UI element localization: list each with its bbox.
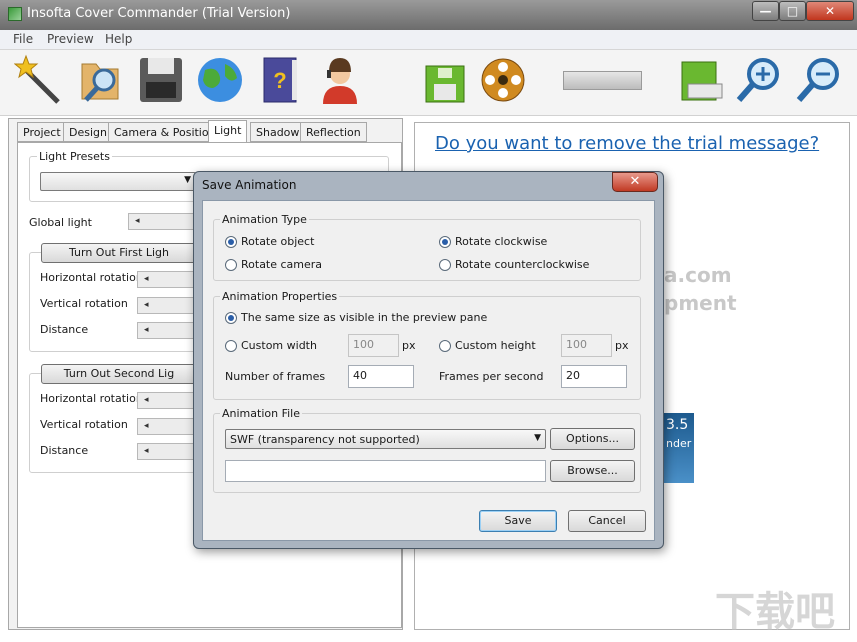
save-image-icon[interactable] <box>420 54 470 106</box>
dialog-title: Save Animation <box>202 178 297 192</box>
global-light-slider[interactable]: ◂ <box>128 213 198 230</box>
rotate-clockwise-radio[interactable] <box>439 236 451 248</box>
tab-camera-position[interactable]: Camera & Position <box>108 122 222 142</box>
rotate-clockwise-label: Rotate clockwise <box>455 235 548 248</box>
animation-type-group <box>213 219 641 281</box>
vertical-rotation-slider-2[interactable]: ◂ <box>137 418 197 435</box>
animation-properties-heading: Animation Properties <box>220 290 340 303</box>
tab-light[interactable]: Light <box>208 120 248 143</box>
file-format-select[interactable]: SWF (transparency not supported) ▼ <box>225 429 546 449</box>
rotate-object-label: Rotate object <box>241 235 315 248</box>
same-size-label: The same size as visible in the preview … <box>241 311 488 324</box>
minimize-button[interactable]: — <box>752 1 779 21</box>
distance-slider-2[interactable]: ◂ <box>137 443 197 460</box>
horizontal-rotation-label: Horizontal rotation <box>40 271 143 284</box>
close-button[interactable]: ✕ <box>806 1 854 21</box>
distance-slider[interactable]: ◂ <box>137 322 197 339</box>
turn-out-second-light-button[interactable]: Turn Out Second Lig <box>41 364 197 384</box>
horizontal-rotation-slider[interactable]: ◂ <box>137 271 197 288</box>
custom-height-input[interactable]: 100 <box>561 334 612 357</box>
support-icon[interactable] <box>315 54 365 106</box>
rotate-camera-radio[interactable] <box>225 259 237 271</box>
frames-label: Number of frames <box>225 370 326 383</box>
tab-project[interactable]: Project <box>17 122 67 142</box>
maximize-button[interactable]: □ <box>779 1 806 21</box>
toolbar: ? <box>0 50 857 116</box>
animation-type-heading: Animation Type <box>220 213 309 226</box>
save-icon[interactable] <box>136 54 186 106</box>
open-icon[interactable] <box>76 54 126 106</box>
custom-width-radio[interactable] <box>225 340 237 352</box>
zoom-out-icon[interactable] <box>794 54 844 106</box>
site-watermark: 下载吧 <box>715 589 835 635</box>
vertical-rotation-label-2: Vertical rotation <box>40 418 128 431</box>
cancel-button[interactable]: Cancel <box>568 510 646 532</box>
wizard-icon[interactable] <box>14 54 64 106</box>
fps-input[interactable]: 20 <box>561 365 627 388</box>
custom-height-px-label: px <box>615 339 629 352</box>
distance-label: Distance <box>40 323 89 336</box>
frames-input[interactable]: 40 <box>348 365 414 388</box>
custom-width-input[interactable]: 100 <box>348 334 399 357</box>
rotate-counterclockwise-label: Rotate counterclockwise <box>455 258 590 271</box>
watermark-text-1: a.com <box>664 263 732 287</box>
custom-height-label: Custom height <box>455 339 536 352</box>
watermark-text-2: pment <box>664 291 737 315</box>
tab-design[interactable]: Design <box>63 122 113 142</box>
fps-label: Frames per second <box>439 370 544 383</box>
light-presets-label: Light Presets <box>37 150 112 163</box>
distance-label-2: Distance <box>40 444 89 457</box>
options-button[interactable]: Options... <box>550 428 635 450</box>
file-format-value: SWF (transparency not supported) <box>230 433 420 446</box>
cover-preview: 3.5 nder <box>664 413 694 483</box>
help-book-icon[interactable]: ? <box>256 54 306 106</box>
horizontal-rotation-slider-2[interactable]: ◂ <box>137 392 197 409</box>
save-render-icon[interactable] <box>676 54 726 106</box>
animation-file-heading: Animation File <box>220 407 302 420</box>
menu-bar: File Preview Help <box>0 30 857 50</box>
svg-text:?: ? <box>273 68 286 93</box>
zoom-in-icon[interactable] <box>734 54 784 106</box>
vertical-rotation-slider[interactable]: ◂ <box>137 297 197 314</box>
window-title: Insofta Cover Commander (Trial Version) <box>27 6 291 21</box>
tab-reflection[interactable]: Reflection <box>300 122 367 142</box>
rotate-camera-label: Rotate camera <box>241 258 323 271</box>
horizontal-rotation-label-2: Horizontal rotation <box>40 392 143 405</box>
custom-height-radio[interactable] <box>439 340 451 352</box>
cover-title-text: nder <box>666 437 692 450</box>
light-presets-select[interactable]: ▼ <box>40 172 196 191</box>
custom-width-label: Custom width <box>241 339 317 352</box>
save-animation-dialog: Save Animation ✕ Animation Type Rotate o… <box>193 171 664 549</box>
custom-width-px-label: px <box>402 339 416 352</box>
dialog-body: Animation Type Rotate object Rotate came… <box>202 200 655 541</box>
cover-version-text: 3.5 <box>666 417 689 433</box>
menu-preview[interactable]: Preview <box>47 32 94 46</box>
file-path-input[interactable] <box>225 460 546 482</box>
title-bar: Insofta Cover Commander (Trial Version) … <box>0 0 857 30</box>
tab-shadow[interactable]: Shadow <box>250 122 306 142</box>
save-button[interactable]: Save <box>479 510 557 532</box>
save-animation-icon[interactable] <box>479 54 529 106</box>
remove-trial-link[interactable]: Do you want to remove the trial message? <box>435 133 819 154</box>
turn-out-first-light-button[interactable]: Turn Out First Ligh <box>41 243 197 263</box>
menu-help[interactable]: Help <box>105 32 132 46</box>
vertical-rotation-label: Vertical rotation <box>40 297 128 310</box>
dropdown-arrow-icon: ▼ <box>184 175 191 185</box>
rotate-object-radio[interactable] <box>225 236 237 248</box>
dialog-close-button[interactable]: ✕ <box>612 172 658 192</box>
app-icon <box>8 7 22 21</box>
dropdown-arrow-icon: ▼ <box>534 433 541 443</box>
web-icon[interactable] <box>195 54 245 106</box>
render-progress-bar <box>563 71 642 90</box>
same-size-radio[interactable] <box>225 312 237 324</box>
browse-button[interactable]: Browse... <box>550 460 635 482</box>
menu-file[interactable]: File <box>13 32 33 46</box>
rotate-counterclockwise-radio[interactable] <box>439 259 451 271</box>
global-light-label: Global light <box>29 216 92 229</box>
